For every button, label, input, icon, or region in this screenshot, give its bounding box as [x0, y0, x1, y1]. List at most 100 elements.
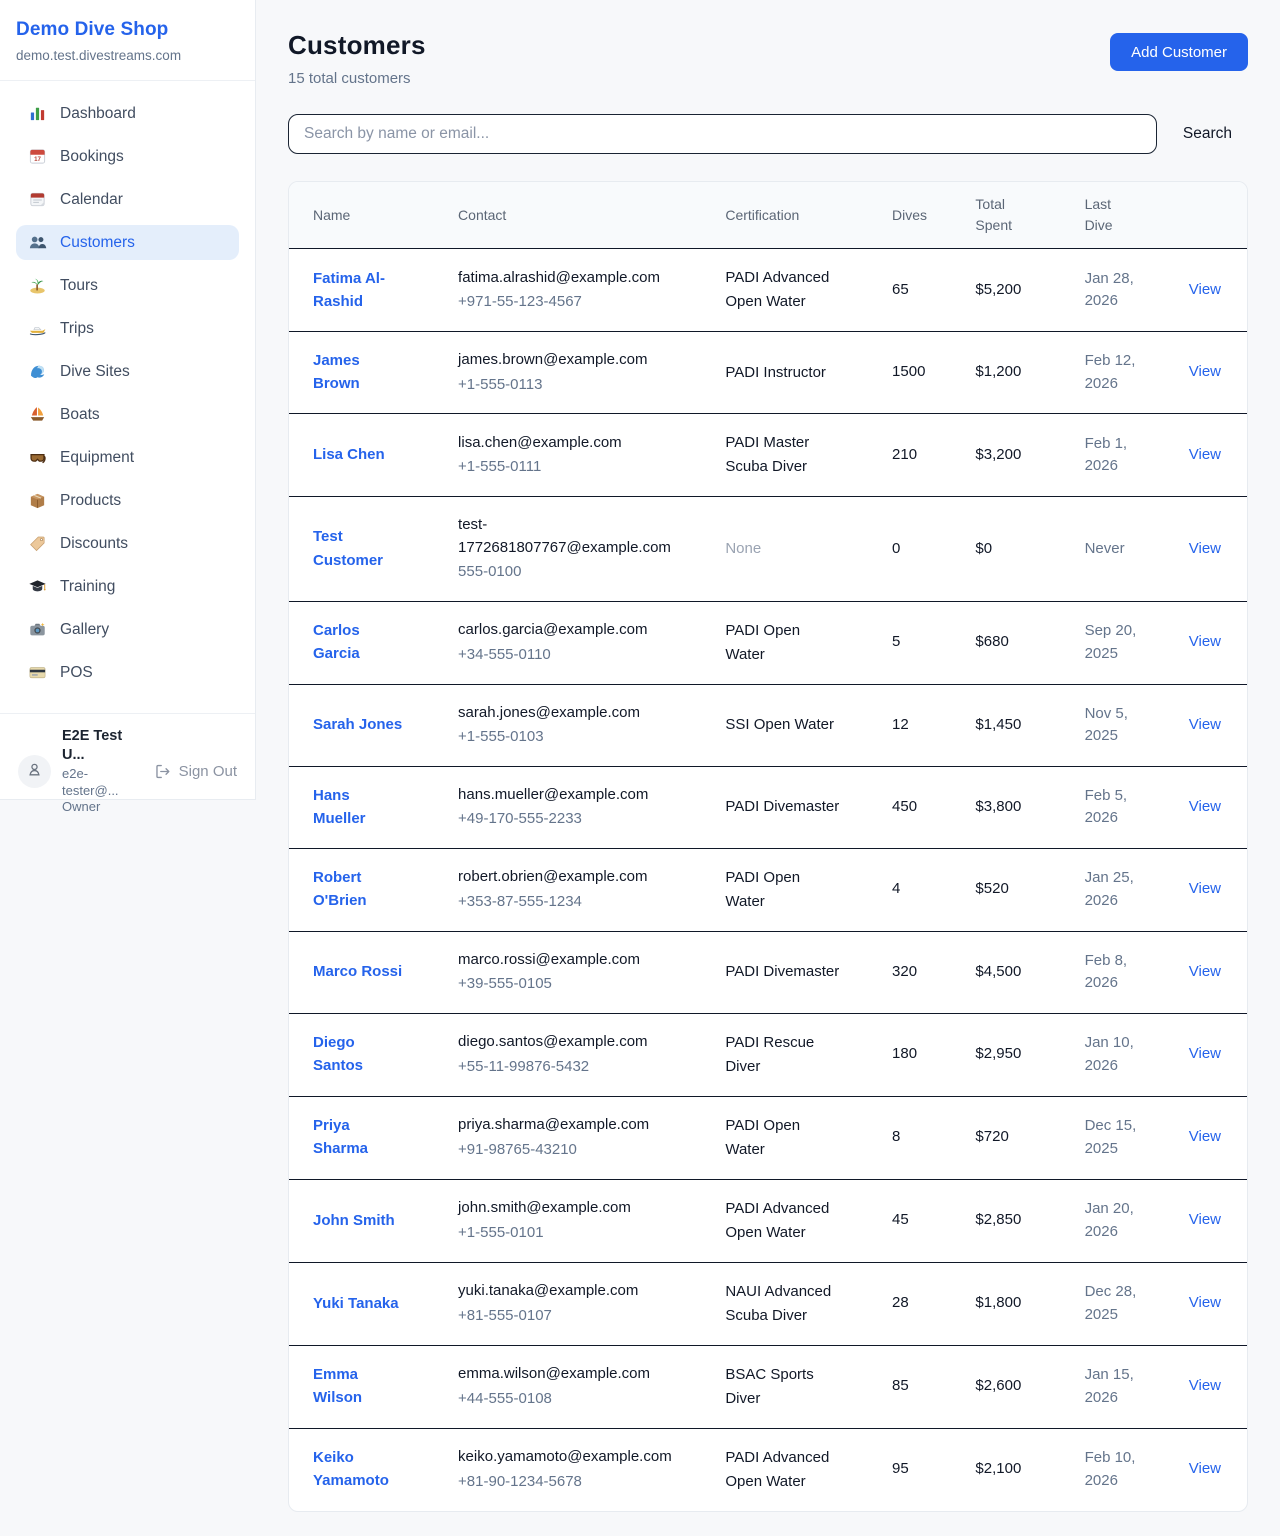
view-link[interactable]: View [1189, 1460, 1221, 1477]
view-link[interactable]: View [1189, 963, 1221, 980]
sidebar-item-tours[interactable]: Tours [16, 268, 239, 303]
app: Demo Dive Shop demo.test.divestreams.com… [0, 0, 1280, 1536]
search-input[interactable] [288, 114, 1157, 154]
table-row: Priya Sharma priya.sharma@example.com+91-… [289, 1096, 1247, 1179]
customer-name-link[interactable]: Marco Rossi [313, 960, 402, 983]
sidebar-item-bookings[interactable]: 17Bookings [16, 139, 239, 174]
sidebar-item-calendar[interactable]: Calendar [16, 182, 239, 217]
view-link[interactable]: View [1189, 1211, 1221, 1228]
view-link[interactable]: View [1189, 798, 1221, 815]
customer-contact-cell: robert.obrien@example.com+353-87-555-123… [458, 848, 725, 931]
dashboard-icon [28, 104, 47, 123]
sidebar-item-label: Tours [60, 277, 98, 295]
customer-certification-cell: PADI Instructor [725, 332, 892, 414]
sidebar-item-boats[interactable]: Boats [16, 397, 239, 432]
view-link[interactable]: View [1189, 633, 1221, 650]
view-link[interactable]: View [1189, 446, 1221, 463]
customer-contact-cell: hans.mueller@example.com+49-170-555-2233 [458, 766, 725, 848]
customer-certification: PADI Open Water [725, 866, 843, 914]
view-link[interactable]: View [1189, 1377, 1221, 1394]
user-role: Owner [62, 799, 143, 816]
customer-total-spent-cell: $2,950 [975, 1013, 1084, 1096]
customer-email: emma.wilson@example.com [458, 1363, 673, 1386]
customer-name-link[interactable]: Test Customer [313, 525, 405, 572]
customer-name-cell: Lisa Chen [289, 414, 458, 497]
customer-certification: PADI Divemaster [725, 795, 839, 819]
customer-name-link[interactable]: Hans Mueller [313, 784, 405, 831]
customer-name-link[interactable]: Fatima Al-Rashid [313, 267, 405, 314]
view-link[interactable]: View [1189, 716, 1221, 733]
customer-phone: +91-98765-43210 [458, 1139, 715, 1162]
dive-sites-icon [28, 362, 47, 381]
customer-total-spent-cell: $520 [975, 848, 1084, 931]
view-link[interactable]: View [1189, 880, 1221, 897]
customer-certification: PADI Advanced Open Water [725, 266, 843, 314]
customer-name-link[interactable]: Carlos Garcia [313, 619, 405, 666]
sidebar-item-dashboard[interactable]: Dashboard [16, 96, 239, 131]
search-button[interactable]: Search [1183, 125, 1232, 143]
customer-last-dive: Jan 28, 2026 [1085, 268, 1149, 313]
sidebar-item-dive-sites[interactable]: Dive Sites [16, 354, 239, 389]
customer-last-dive: Nov 5, 2025 [1085, 703, 1149, 748]
table-row: John Smithjohn.smith@example.com+1-555-0… [289, 1179, 1247, 1262]
view-link[interactable]: View [1189, 1045, 1221, 1062]
customer-name-link[interactable]: Diego Santos [313, 1031, 405, 1078]
view-link[interactable]: View [1189, 1294, 1221, 1311]
customer-name-link[interactable]: Robert O'Brien [313, 866, 405, 913]
customer-contact-cell: carlos.garcia@example.com+34-555-0110 [458, 601, 725, 684]
sidebar-item-gallery[interactable]: Gallery [16, 612, 239, 647]
table-row: Yuki Tanakayuki.tanaka@example.com+81-55… [289, 1262, 1247, 1345]
customer-email: lisa.chen@example.com [458, 432, 673, 455]
customer-contact-cell: priya.sharma@example.com+91-98765-43210 [458, 1096, 725, 1179]
customer-name-link[interactable]: Emma Wilson [313, 1363, 405, 1410]
customer-email: fatima.alrashid@example.com [458, 267, 673, 290]
customer-total-spent: $2,100 [975, 1460, 1021, 1477]
customer-last-dive: Jan 25, 2026 [1085, 867, 1149, 912]
customer-dives: 320 [892, 963, 917, 980]
sidebar-item-label: Calendar [60, 191, 123, 209]
customer-certification: PADI Advanced Open Water [725, 1446, 843, 1494]
sidebar-item-products[interactable]: Products [16, 483, 239, 518]
customer-last-dive-cell: Sep 20, 2025 [1085, 601, 1189, 684]
view-link[interactable]: View [1189, 1128, 1221, 1145]
customer-name-link[interactable]: James Brown [313, 349, 405, 396]
sign-out-button[interactable]: Sign Out [154, 763, 239, 780]
customer-view-cell: View [1189, 1345, 1247, 1428]
customer-view-cell: View [1189, 1262, 1247, 1345]
add-customer-button[interactable]: Add Customer [1110, 33, 1248, 71]
sidebar-item-discounts[interactable]: Discounts [16, 526, 239, 561]
customer-name-link[interactable]: Priya Sharma [313, 1114, 405, 1161]
boats-icon [28, 405, 47, 424]
user-name: E2E Test U... [62, 727, 143, 765]
customer-name-link[interactable]: Yuki Tanaka [313, 1292, 399, 1315]
sidebar-item-trips[interactable]: Trips [16, 311, 239, 346]
customer-dives: 12 [892, 716, 909, 733]
customer-certification-cell: PADI Open Water [725, 848, 892, 931]
sidebar-item-label: POS [60, 664, 93, 682]
customer-phone: +81-555-0107 [458, 1305, 715, 1328]
customer-total-spent: $3,800 [975, 798, 1021, 815]
customer-last-dive-cell: Nov 5, 2025 [1085, 684, 1189, 766]
sidebar-item-training[interactable]: Training [16, 569, 239, 604]
view-link[interactable]: View [1189, 363, 1221, 380]
customer-email: carlos.garcia@example.com [458, 619, 673, 642]
customer-name-link[interactable]: Lisa Chen [313, 443, 385, 466]
customer-dives-cell: 28 [892, 1262, 975, 1345]
view-link[interactable]: View [1189, 281, 1221, 298]
table-row: Carlos Garcia carlos.garcia@example.com+3… [289, 601, 1247, 684]
sidebar-item-pos[interactable]: POS [16, 655, 239, 690]
view-link[interactable]: View [1189, 540, 1221, 557]
customer-name-link[interactable]: Sarah Jones [313, 713, 402, 736]
customer-name-link[interactable]: John Smith [313, 1209, 395, 1232]
customer-dives-cell: 450 [892, 766, 975, 848]
customer-name-link[interactable]: Keiko Yamamoto [313, 1446, 405, 1493]
discounts-icon [28, 534, 47, 553]
customer-dives: 5 [892, 633, 900, 650]
customer-certification-cell: PADI Advanced Open Water [725, 249, 892, 332]
customer-phone: +55-11-99876-5432 [458, 1056, 715, 1079]
customer-total-spent: $5,200 [975, 281, 1021, 298]
customer-total-spent: $1,450 [975, 716, 1021, 733]
pos-icon [28, 663, 47, 682]
sidebar-item-customers[interactable]: Customers [16, 225, 239, 260]
sidebar-item-equipment[interactable]: Equipment [16, 440, 239, 475]
